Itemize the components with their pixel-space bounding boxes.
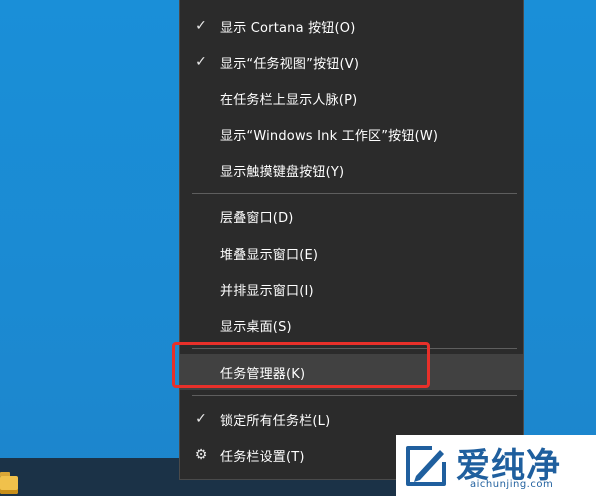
- menu-item-side-by-side-windows[interactable]: 并排显示窗口(I): [180, 271, 523, 307]
- menu-separator: [192, 395, 517, 396]
- taskbar-context-menu: ✓ 显示 Cortana 按钮(O) ✓ 显示“任务视图”按钮(V) 在任务栏上…: [179, 0, 524, 480]
- checkmark-icon: ✓: [195, 411, 207, 427]
- menu-separator: [192, 193, 517, 194]
- menu-item-label: 锁定所有任务栏(L): [220, 413, 331, 429]
- menu-item-show-windows-ink-button[interactable]: 显示“Windows Ink 工作区”按钮(W): [180, 116, 523, 152]
- menu-item-label: 并排显示窗口(I): [220, 283, 314, 299]
- checkmark-icon: ✓: [195, 18, 207, 34]
- watermark-domain: aichunjing.com: [470, 479, 554, 490]
- menu-item-cascade-windows[interactable]: 层叠窗口(D): [180, 198, 523, 234]
- watermark-logo-icon: [406, 446, 446, 486]
- menu-item-label: 显示触摸键盘按钮(Y): [220, 164, 345, 180]
- menu-item-label: 任务栏设置(T): [220, 449, 305, 465]
- menu-item-show-task-view-button[interactable]: ✓ 显示“任务视图”按钮(V): [180, 44, 523, 80]
- desktop-background: ✓ 显示 Cortana 按钮(O) ✓ 显示“任务视图”按钮(V) 在任务栏上…: [0, 0, 596, 496]
- gear-icon: ⚙: [194, 447, 208, 463]
- menu-item-show-people[interactable]: 在任务栏上显示人脉(P): [180, 80, 523, 116]
- menu-item-show-cortana-button[interactable]: ✓ 显示 Cortana 按钮(O): [180, 8, 523, 44]
- menu-item-label: 堆叠显示窗口(E): [220, 247, 319, 263]
- menu-item-stack-windows[interactable]: 堆叠显示窗口(E): [180, 235, 523, 271]
- menu-item-lock-all-taskbars[interactable]: ✓ 锁定所有任务栏(L): [180, 401, 523, 437]
- menu-item-show-touch-keyboard-button[interactable]: 显示触摸键盘按钮(Y): [180, 152, 523, 188]
- menu-item-label: 显示“Windows Ink 工作区”按钮(W): [220, 128, 439, 144]
- menu-item-label: 显示桌面(S): [220, 319, 292, 335]
- watermark: 爱纯净 aichunjing.com: [396, 435, 596, 496]
- checkmark-icon: ✓: [195, 54, 207, 70]
- highlight-annotation-box: [172, 342, 430, 388]
- menu-item-label: 在任务栏上显示人脉(P): [220, 92, 358, 108]
- menu-item-show-desktop[interactable]: 显示桌面(S): [180, 307, 523, 343]
- menu-item-label: 显示 Cortana 按钮(O): [220, 20, 356, 36]
- menu-item-label: 层叠窗口(D): [220, 210, 294, 226]
- menu-item-label: 显示“任务视图”按钮(V): [220, 56, 360, 72]
- file-explorer-icon[interactable]: [0, 470, 20, 496]
